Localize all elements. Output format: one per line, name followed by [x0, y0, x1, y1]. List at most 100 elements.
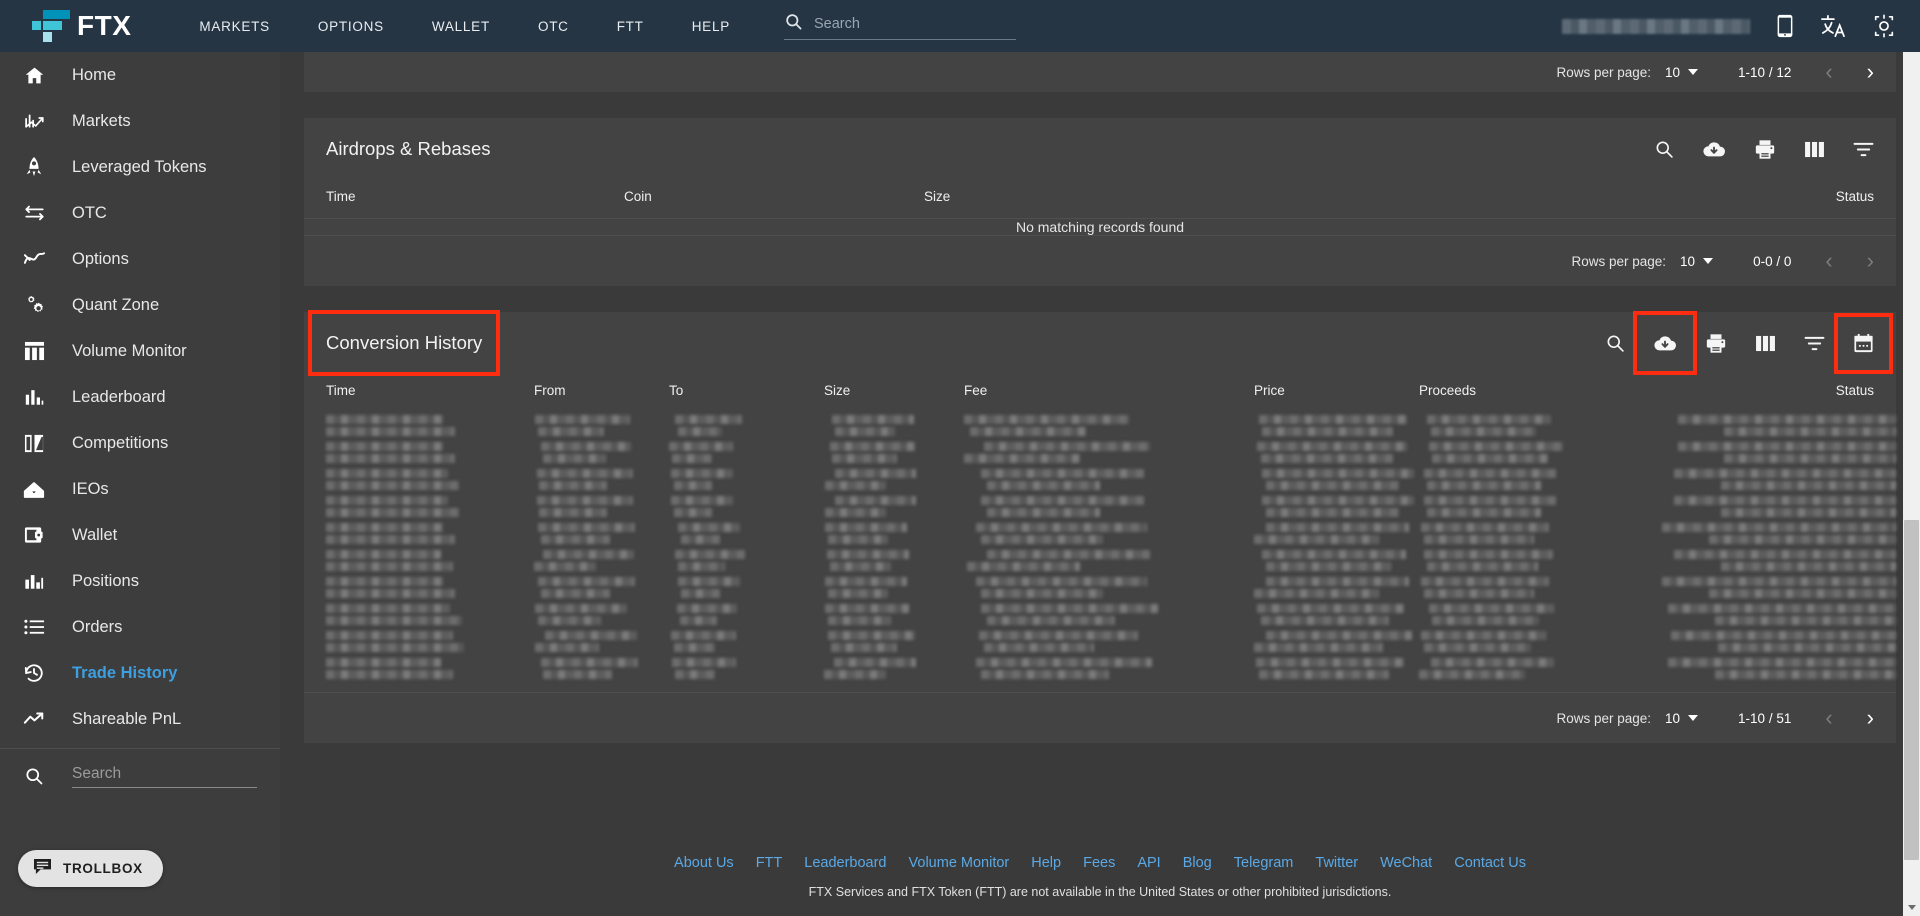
redacted-cell	[304, 574, 534, 601]
search-icon[interactable]	[1654, 139, 1674, 159]
redacted-cell	[534, 520, 669, 547]
footer-link-blog[interactable]: Blog	[1183, 855, 1212, 871]
sidebar-item-ieos[interactable]: IEOs	[0, 466, 280, 512]
global-search[interactable]	[783, 12, 1016, 40]
footer-link-api[interactable]: API	[1137, 855, 1160, 871]
footer-link-telegram[interactable]: Telegram	[1234, 855, 1294, 871]
conversion-history-title: Conversion History	[326, 332, 483, 353]
column-header-from[interactable]: From	[534, 374, 669, 412]
sidebar-item-trade-history[interactable]: Trade History	[0, 650, 280, 696]
footer-link-about-us[interactable]: About Us	[674, 855, 734, 871]
translate-icon[interactable]	[1820, 14, 1846, 38]
column-header-time[interactable]: Time	[304, 180, 624, 219]
mobile-icon[interactable]	[1776, 14, 1794, 38]
table-row[interactable]	[304, 547, 1896, 574]
markets-icon	[12, 111, 56, 132]
search-icon[interactable]	[1605, 333, 1625, 353]
sidebar-search[interactable]	[0, 749, 280, 803]
cloud-download-icon[interactable]	[1702, 139, 1726, 159]
airdrops-pager-divider: Rows per page: 10 0-0 / 0 ‹ ›	[304, 235, 1896, 286]
columns-icon[interactable]	[1755, 335, 1776, 352]
column-header-coin[interactable]: Coin	[624, 180, 924, 219]
table-row[interactable]	[304, 412, 1896, 439]
footer-link-leaderboard[interactable]: Leaderboard	[804, 855, 886, 871]
redacted-cell	[534, 547, 669, 574]
footer-link-fees[interactable]: Fees	[1083, 855, 1115, 871]
redacted-cell	[1419, 493, 1584, 520]
nav-link-help[interactable]: HELP	[668, 13, 754, 40]
print-icon[interactable]	[1754, 139, 1776, 160]
columns-icon[interactable]	[1804, 141, 1825, 158]
prev-page-button[interactable]: ‹	[1825, 250, 1832, 272]
column-header-size[interactable]: Size	[924, 180, 1736, 219]
table-row[interactable]	[304, 601, 1896, 628]
column-header-time[interactable]: Time	[304, 374, 534, 412]
user-account-redacted[interactable]	[1562, 18, 1750, 34]
column-header-status[interactable]: Status	[1736, 180, 1896, 219]
footer-link-twitter[interactable]: Twitter	[1315, 855, 1358, 871]
global-search-input[interactable]	[813, 16, 1016, 32]
redacted-cell	[534, 466, 669, 493]
nav-link-markets[interactable]: MARKETS	[175, 13, 294, 40]
sidebar-label: Positions	[72, 571, 139, 590]
nav-link-ftt[interactable]: FTT	[593, 13, 668, 40]
footer-link-contact-us[interactable]: Contact Us	[1454, 855, 1526, 871]
sidebar-item-wallet[interactable]: Wallet	[0, 512, 280, 558]
prev-page-button[interactable]: ‹	[1825, 707, 1832, 729]
rows-per-page-select[interactable]: 10	[1665, 65, 1699, 80]
filter-icon[interactable]	[1853, 141, 1874, 158]
trollbox-button[interactable]: TROLLBOX	[18, 850, 163, 887]
table-row[interactable]	[304, 574, 1896, 601]
column-header-price[interactable]: Price	[1254, 374, 1419, 412]
table-row[interactable]	[304, 655, 1896, 682]
next-page-button[interactable]: ›	[1867, 250, 1874, 272]
table-row[interactable]	[304, 520, 1896, 547]
footer-link-wechat[interactable]: WeChat	[1380, 855, 1432, 871]
next-page-button[interactable]: ›	[1867, 61, 1874, 83]
sidebar-item-leveraged-tokens[interactable]: Leveraged Tokens	[0, 144, 280, 190]
sidebar-search-input[interactable]	[72, 764, 257, 783]
nav-link-wallet[interactable]: WALLET	[408, 13, 514, 40]
sidebar-item-shareable-pnl[interactable]: Shareable PnL	[0, 696, 280, 742]
redacted-cell	[1254, 547, 1419, 574]
rows-per-page-select[interactable]: 10	[1665, 711, 1699, 726]
sidebar-item-volume-monitor[interactable]: Volume Monitor	[0, 328, 280, 374]
sidebar-item-home[interactable]: Home	[0, 52, 280, 98]
table-row[interactable]	[304, 493, 1896, 520]
ftx-logo[interactable]: FTX	[32, 9, 131, 43]
page-scrollbar[interactable]	[1903, 52, 1920, 916]
sidebar-item-markets[interactable]: Markets	[0, 98, 280, 144]
footer-link-help[interactable]: Help	[1031, 855, 1061, 871]
sidebar-item-quant-zone[interactable]: Quant Zone	[0, 282, 280, 328]
column-header-to[interactable]: To	[669, 374, 824, 412]
cloud-download-icon[interactable]	[1653, 333, 1677, 353]
footer-link-ftt[interactable]: FTT	[756, 855, 783, 871]
column-header-proceeds[interactable]: Proceeds	[1419, 374, 1584, 412]
sidebar-item-orders[interactable]: Orders	[0, 604, 280, 650]
sidebar-item-otc[interactable]: OTC	[0, 190, 280, 236]
next-page-button[interactable]: ›	[1867, 707, 1874, 729]
column-header-status[interactable]: Status	[1584, 374, 1896, 412]
table-row[interactable]	[304, 628, 1896, 655]
column-header-size[interactable]: Size	[824, 374, 964, 412]
table-row[interactable]	[304, 439, 1896, 466]
prev-page-button[interactable]: ‹	[1825, 61, 1832, 83]
scrollbar-down-button[interactable]	[1903, 899, 1920, 916]
sidebar-item-options[interactable]: Options	[0, 236, 280, 282]
column-header-fee[interactable]: Fee	[964, 374, 1254, 412]
sidebar-item-leaderboard[interactable]: Leaderboard	[0, 374, 280, 420]
nav-link-otc[interactable]: OTC	[514, 13, 593, 40]
rows-per-page-select[interactable]: 10	[1680, 254, 1714, 269]
theme-icon[interactable]	[1872, 14, 1896, 38]
sidebar-item-competitions[interactable]: Competitions	[0, 420, 280, 466]
sidebar-search-field[interactable]	[72, 764, 257, 788]
sidebar-item-positions[interactable]: Positions	[0, 558, 280, 604]
table-row[interactable]	[304, 466, 1896, 493]
footer-link-volume-monitor[interactable]: Volume Monitor	[909, 855, 1010, 871]
calendar-icon[interactable]	[1853, 333, 1874, 354]
redacted-cell	[669, 493, 824, 520]
scrollbar-thumb[interactable]	[1904, 520, 1919, 860]
print-icon[interactable]	[1705, 333, 1727, 354]
nav-link-options[interactable]: OPTIONS	[294, 13, 408, 40]
filter-icon[interactable]	[1804, 335, 1825, 352]
